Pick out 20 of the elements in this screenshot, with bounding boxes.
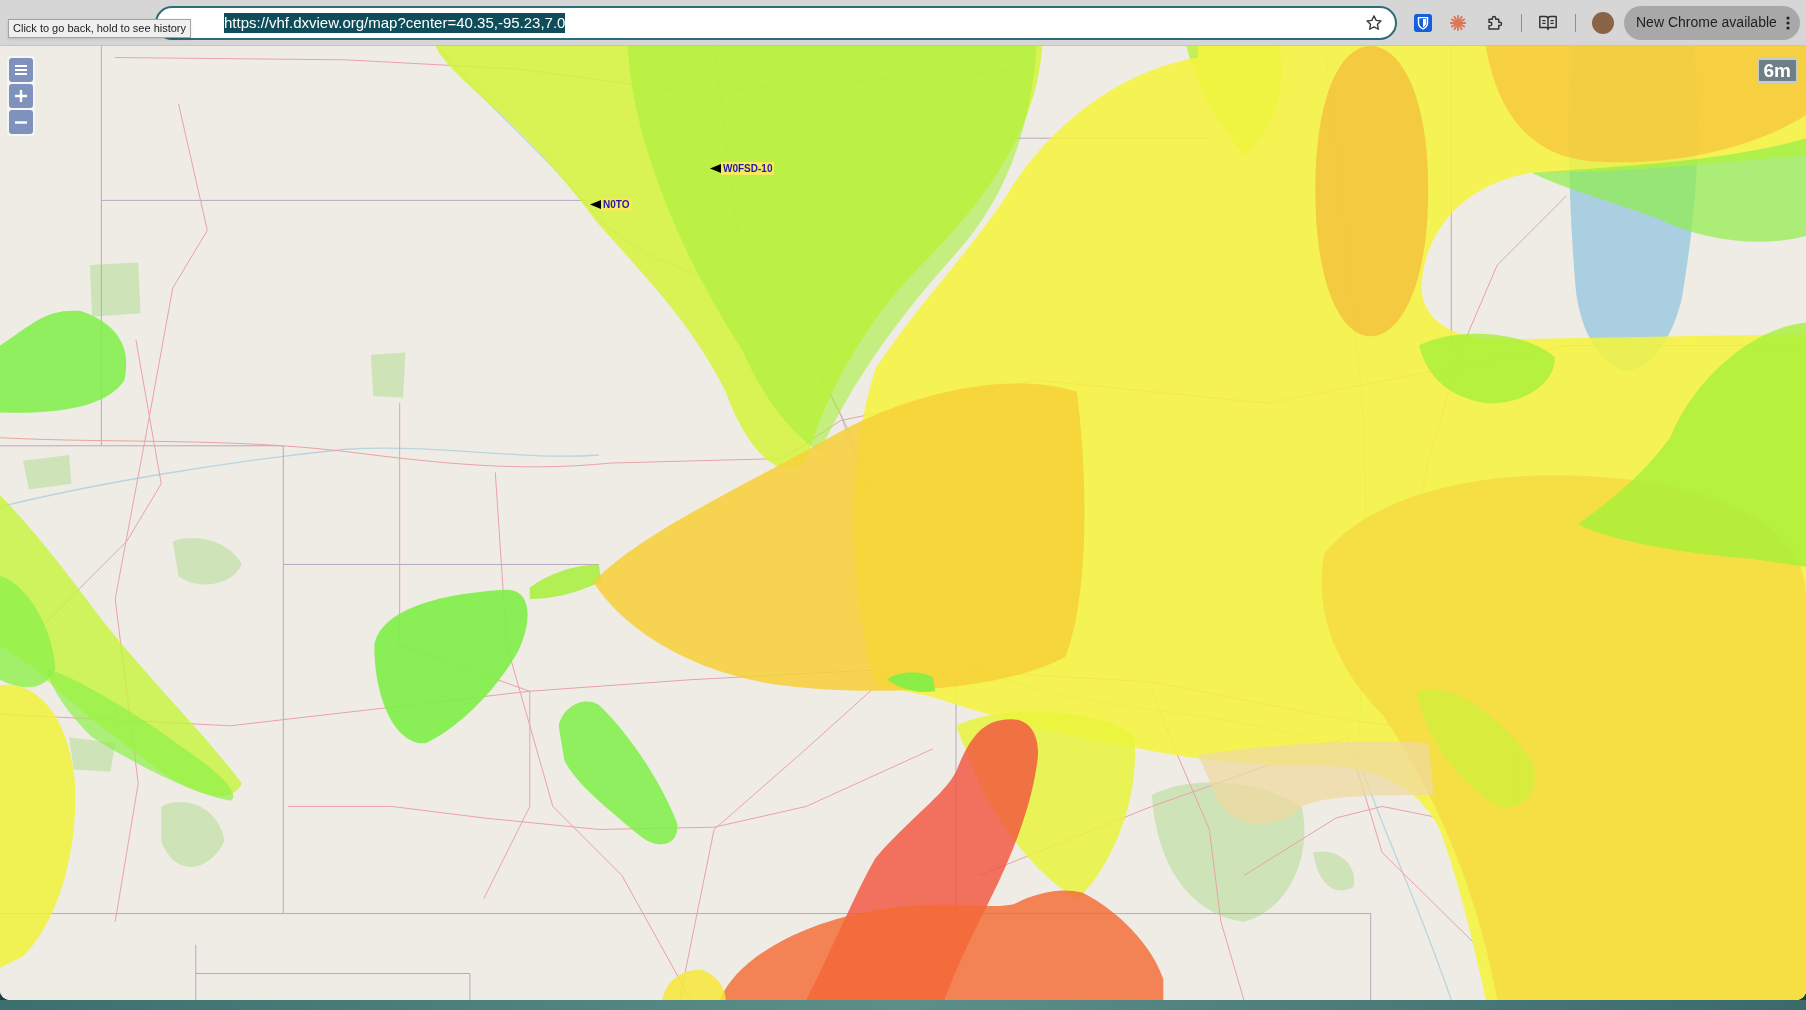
triangle-marker-icon[interactable] bbox=[590, 200, 601, 209]
tooltip: Click to go back, hold to see history bbox=[8, 19, 192, 38]
minus-icon bbox=[15, 120, 27, 124]
callsign-label[interactable]: W0FSD-10 bbox=[721, 162, 775, 175]
update-button[interactable]: New Chrome available bbox=[1624, 5, 1800, 40]
callsign-label[interactable]: N0TO bbox=[601, 198, 632, 211]
band-badge: 6m bbox=[1756, 58, 1798, 83]
zoom-out-button[interactable] bbox=[9, 110, 33, 134]
book-icon[interactable] bbox=[1538, 13, 1558, 32]
more-icon bbox=[1786, 15, 1790, 30]
star-icon[interactable] bbox=[1365, 13, 1383, 32]
plus-icon bbox=[15, 90, 27, 102]
layers-menu-button[interactable] bbox=[9, 58, 33, 82]
shield-icon[interactable] bbox=[1414, 13, 1432, 32]
triangle-marker-icon[interactable] bbox=[710, 164, 721, 173]
puzzle-icon[interactable] bbox=[1486, 13, 1504, 32]
menu-icon bbox=[15, 65, 27, 75]
avatar-icon[interactable] bbox=[1592, 11, 1614, 34]
url-text: https://vhf.dxview.org/map?center=40.35,-95.23,7.0 bbox=[224, 12, 566, 33]
zoom-in-button[interactable] bbox=[9, 84, 33, 108]
